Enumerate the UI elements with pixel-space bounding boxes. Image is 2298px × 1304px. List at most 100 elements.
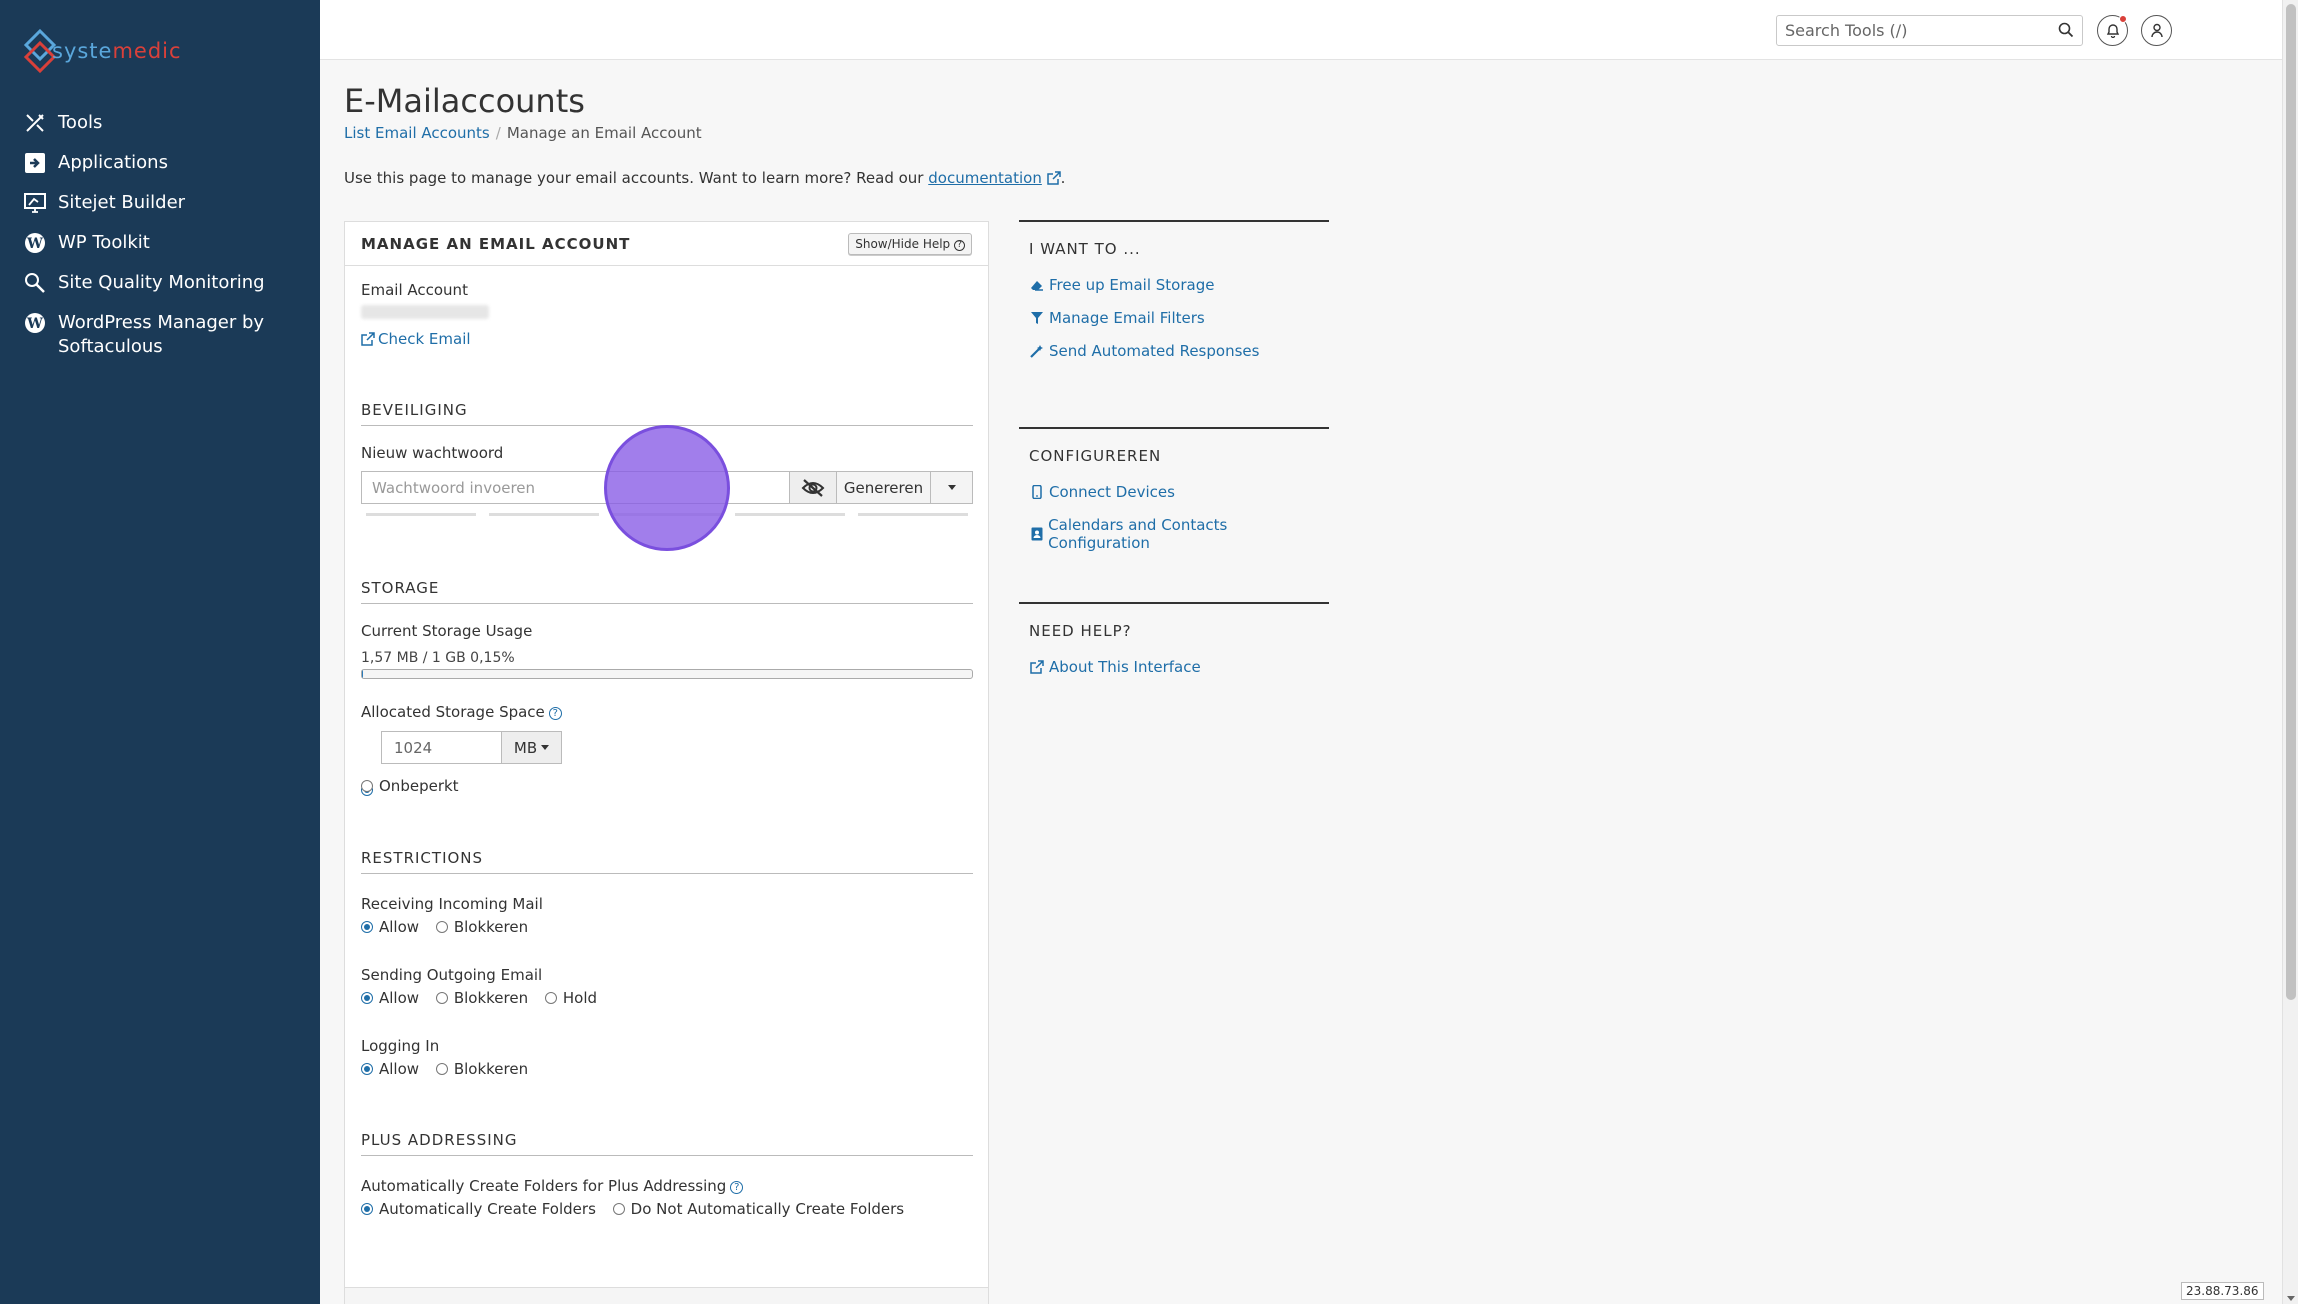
search-icon[interactable] [2058, 22, 2074, 42]
eraser-icon [1029, 277, 1045, 293]
storage-unit-dropdown[interactable]: MB [502, 731, 562, 764]
free-up-storage-link[interactable]: Free up Email Storage [1029, 276, 1319, 294]
external-link-icon [1046, 171, 1061, 185]
manage-filters-link[interactable]: Manage Email Filters [1029, 309, 1319, 327]
scroll-down-arrow-icon[interactable] [2287, 1296, 2295, 1301]
configure-section: CONFIGUREREN Connect Devices Calendars a… [1019, 427, 1329, 567]
breadcrumb-link-list-accounts[interactable]: List Email Accounts [344, 124, 490, 142]
notification-badge [2119, 15, 2127, 23]
sidebar-item-label: Sitejet Builder [58, 192, 186, 213]
autoresponder-link[interactable]: Send Automated Responses [1029, 342, 1319, 360]
unlimited-option[interactable]: Onbeperkt [361, 777, 471, 795]
notifications-button[interactable] [2097, 15, 2128, 46]
i-want-to-heading: I WANT TO ... [1029, 240, 1141, 258]
external-link-icon [1029, 659, 1045, 675]
generate-password-button[interactable]: Genereren [837, 471, 931, 504]
password-strength-bar [366, 513, 476, 516]
toggle-password-visibility-button[interactable] [789, 471, 837, 504]
need-help-section: NEED HELP? About This Interface [1019, 602, 1329, 691]
incoming-allow-radio[interactable] [361, 921, 373, 933]
incoming-mail-label: Receiving Incoming Mail [361, 895, 543, 913]
wordpress-icon: W [22, 310, 48, 336]
search-input[interactable] [1777, 16, 2037, 45]
storage-unit-label: MB [513, 738, 538, 757]
svg-text:W: W [26, 316, 43, 332]
intro-end: . [1060, 169, 1066, 187]
sidebar-item-label: Tools [58, 112, 103, 133]
restrictions-heading: RESTRICTIONS [361, 849, 973, 874]
calendars-contacts-link[interactable]: Calendars and Contacts Configuration [1029, 516, 1319, 552]
plus-addressing-label: Automatically Create Folders for Plus Ad… [361, 1177, 744, 1195]
plus-addressing-options: Automatically Create Folders Do Not Auto… [361, 1200, 916, 1218]
calendars-contacts-label: Calendars and Contacts Configuration [1048, 516, 1228, 552]
logging-in-label: Logging In [361, 1037, 440, 1055]
help-button-label: Show/Hide Help [855, 236, 951, 251]
allocated-storage-text: Allocated Storage Space [361, 703, 545, 721]
email-account-label: Email Account [361, 281, 468, 299]
connect-devices-link[interactable]: Connect Devices [1029, 483, 1319, 501]
check-email-label: Check Email [378, 330, 471, 348]
security-heading: BEVEILIGING [361, 401, 973, 426]
sidebar-item-sitejet[interactable]: Sitejet Builder [22, 190, 312, 230]
unlimited-radio[interactable] [361, 780, 373, 792]
server-ip-badge: 23.88.73.86 [2181, 1282, 2264, 1300]
address-book-icon [1029, 526, 1044, 542]
new-password-label: Nieuw wachtwoord [361, 444, 504, 462]
page-scrollbar[interactable] [2282, 0, 2298, 1304]
allocated-storage-input[interactable] [381, 731, 502, 764]
outgoing-block-radio[interactable] [435, 992, 448, 1004]
page-title: E-Mailaccounts [344, 82, 585, 120]
login-allow-radio[interactable] [361, 1063, 373, 1075]
plus-addressing-heading: PLUS ADDRESSING [361, 1131, 973, 1156]
caret-down-icon [541, 745, 550, 750]
help-icon[interactable]: ? [548, 707, 562, 720]
block-label: Blokkeren [453, 989, 529, 1007]
manage-account-panel: MANAGE AN EMAIL ACCOUNT Show/Hide Help ?… [344, 221, 989, 1304]
sidebar-item-wp-toolkit[interactable]: W WP Toolkit [22, 230, 312, 270]
incoming-block-radio[interactable] [435, 921, 448, 933]
about-interface-link[interactable]: About This Interface [1029, 658, 1319, 676]
documentation-link[interactable]: documentation [928, 169, 1042, 187]
help-icon[interactable]: ? [730, 1181, 744, 1194]
allocated-storage-label: Allocated Storage Space? [361, 703, 562, 721]
sidebar-item-tools[interactable]: Tools [22, 110, 312, 150]
block-label: Blokkeren [453, 918, 529, 936]
show-hide-help-button[interactable]: Show/Hide Help ? [848, 232, 972, 255]
outgoing-mail-options: Allow Blokkeren Hold [361, 989, 609, 1007]
email-account-value-blurred [361, 305, 489, 319]
logging-in-options: Allow Blokkeren [361, 1060, 540, 1078]
sidebar-item-applications[interactable]: Applications [22, 150, 312, 190]
unlimited-label: Onbeperkt [379, 777, 459, 795]
allocated-storage-input-group: MB [381, 731, 562, 764]
check-email-link[interactable]: Check Email [361, 330, 471, 348]
breadcrumb-current: Manage an Email Account [506, 124, 702, 142]
allow-label: Allow [379, 989, 420, 1007]
login-block-radio[interactable] [435, 1063, 448, 1075]
click-indicator [604, 425, 730, 551]
svg-text:W: W [26, 236, 43, 252]
outgoing-allow-radio[interactable] [361, 992, 373, 1004]
hold-label: Hold [562, 989, 598, 1007]
storage-usage-bar [361, 669, 973, 679]
generate-options-dropdown[interactable] [931, 471, 973, 504]
top-bar [320, 0, 2282, 60]
sidebar-item-site-quality[interactable]: Site Quality Monitoring [22, 270, 312, 310]
i-want-to-section: I WANT TO ... Free up Email Storage Mana… [1019, 220, 1329, 375]
sidebar-item-wordpress-manager[interactable]: W WordPress Manager by Softaculous [22, 310, 312, 372]
current-storage-label: Current Storage Usage [361, 622, 533, 640]
sidebar-nav: Tools Applications Sitejet Builder W WP … [22, 110, 312, 372]
eye-slash-icon [801, 478, 825, 497]
no-auto-create-folders-radio[interactable] [612, 1203, 625, 1215]
storage-heading: STORAGE [361, 579, 973, 604]
auto-create-folders-radio[interactable] [361, 1203, 373, 1215]
logo-text: systemedic [52, 39, 182, 63]
search-box[interactable] [1776, 15, 2083, 46]
scroll-thumb[interactable] [2286, 4, 2296, 1000]
outgoing-hold-radio[interactable] [544, 992, 557, 1004]
sidebar-item-label: WordPress Manager by Softaculous [58, 312, 265, 357]
allow-label: Allow [379, 918, 420, 936]
brand-logo[interactable]: systemedic [22, 28, 182, 74]
plus-addressing-text: Automatically Create Folders for Plus Ad… [361, 1177, 727, 1195]
user-menu-button[interactable] [2141, 15, 2172, 46]
outgoing-mail-label: Sending Outgoing Email [361, 966, 543, 984]
